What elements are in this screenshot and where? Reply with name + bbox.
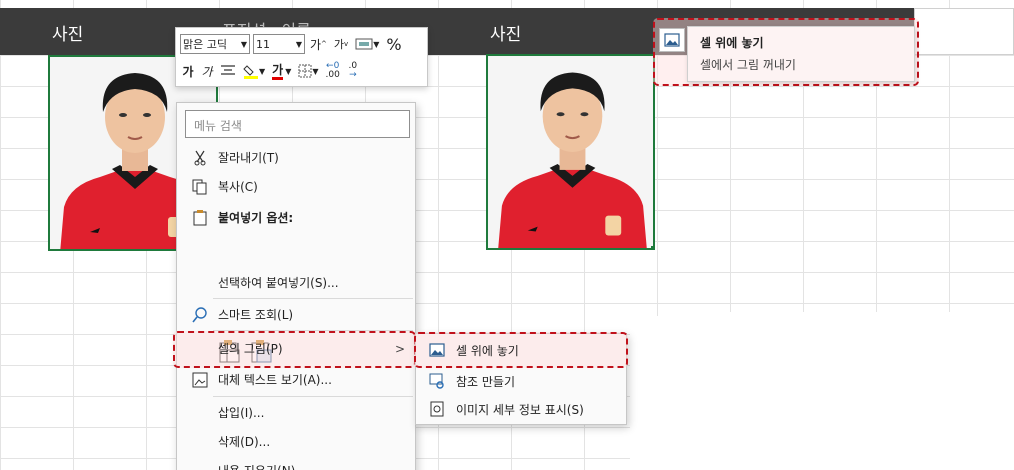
fill-bucket-icon bbox=[243, 65, 258, 79]
font-size-value: 11 bbox=[256, 37, 270, 51]
italic-button[interactable]: 가 bbox=[199, 60, 215, 82]
tooltip-description: 셀에서 그림 꺼내기 bbox=[700, 58, 796, 72]
chevron-down-icon: ▼ bbox=[295, 39, 302, 49]
menu-item-cut-label: 잘라내기(T) bbox=[218, 151, 279, 165]
chevron-down-icon: ▼ bbox=[312, 66, 319, 76]
increase-decimal-label: .00 bbox=[325, 70, 340, 80]
search-icon bbox=[191, 306, 209, 324]
copy-icon bbox=[191, 178, 209, 196]
place-over-cells-label: 셀 위에 놓기 bbox=[456, 343, 519, 358]
tooltip-card[interactable]: 셀 위에 놓기 셀에서 그림 꺼내기 bbox=[687, 26, 915, 82]
alt-text-label: 대체 텍스트 보기(A)... bbox=[218, 373, 332, 387]
submenu-item-place-over-cells[interactable]: 셀 위에 놓기 bbox=[416, 336, 626, 364]
chevron-down-icon: ▼ bbox=[373, 39, 380, 49]
link-picture-icon bbox=[428, 373, 446, 389]
chevron-right-icon: > bbox=[394, 341, 405, 356]
menu-item-insert[interactable]: 삽입(I)... bbox=[177, 397, 415, 428]
paste-special-label: 선택하여 붙여넣기(S)... bbox=[218, 276, 339, 290]
menu-item-alt-text[interactable]: 대체 텍스트 보기(A)... bbox=[177, 364, 415, 395]
borders-icon bbox=[298, 64, 312, 78]
grow-font-icon: 가 bbox=[310, 37, 322, 52]
scissors-icon bbox=[191, 149, 209, 167]
smart-lookup-label: 스마트 조회(L) bbox=[218, 308, 294, 322]
insert-label: 삽입(I)... bbox=[218, 406, 265, 420]
submenu-item-show-image-details[interactable]: 이미지 세부 정보 표시(S) bbox=[416, 395, 626, 423]
picture-icon bbox=[428, 342, 446, 358]
arrow-right-icon: → bbox=[349, 70, 357, 80]
picture-in-cell-submenu: 셀 위에 놓기 참조 만들기 이미지 세부 정보 표시(S) bbox=[414, 332, 628, 425]
font-name-value: 맑은 고딕 bbox=[183, 38, 227, 51]
picture-icon[interactable] bbox=[659, 28, 685, 52]
delete-label: 삭제(D)... bbox=[218, 435, 271, 449]
fill-color-button[interactable]: ▼ bbox=[241, 60, 267, 82]
currency-icon bbox=[355, 38, 373, 50]
picture-in-cell-label: 셀의 그림(P) bbox=[218, 342, 283, 356]
chevron-down-icon: ▼ bbox=[285, 66, 292, 76]
clipboard-icon bbox=[191, 209, 209, 227]
menu-item-paste-special[interactable]: 선택하여 붙여넣기(S)... bbox=[177, 267, 415, 298]
tooltip-title: 셀 위에 놓기 bbox=[700, 36, 764, 50]
borders-button[interactable]: ▼ bbox=[296, 60, 320, 82]
place-over-cells-popup: 셀 위에 놓기 셀에서 그림 꺼내기 bbox=[653, 18, 919, 86]
chevron-down-icon: ▼ bbox=[259, 66, 266, 76]
chevron-down-icon: ▼ bbox=[240, 39, 247, 49]
shrink-font-button[interactable]: 가v bbox=[332, 33, 350, 55]
clear-contents-label: 내용 지우기(N) bbox=[218, 462, 295, 470]
font-size-select[interactable]: 11 ▼ bbox=[253, 34, 305, 54]
paste-options-label: 붙여넣기 옵션: bbox=[218, 211, 294, 225]
align-center-button[interactable] bbox=[218, 60, 238, 82]
menu-item-clear-contents[interactable]: 내용 지우기(N) bbox=[177, 455, 415, 470]
increase-decimal-button[interactable]: ←0 .00 bbox=[324, 60, 342, 82]
blank-area-2 bbox=[630, 316, 730, 470]
player-photo-right[interactable] bbox=[486, 54, 655, 250]
menu-item-paste-options: 붙여넣기 옵션: bbox=[177, 202, 415, 233]
create-reference-label: 참조 만들기 bbox=[456, 374, 516, 389]
blank-area bbox=[720, 312, 1014, 470]
menu-item-copy-label: 복사(C) bbox=[218, 180, 258, 194]
bold-button[interactable]: 가 bbox=[180, 60, 196, 82]
align-center-icon bbox=[221, 65, 235, 75]
menu-item-picture-in-cell[interactable]: 셀의 그림(P) > bbox=[177, 333, 415, 364]
menu-item-copy[interactable]: 복사(C) bbox=[177, 171, 415, 202]
empty-cell[interactable] bbox=[914, 8, 1014, 55]
percent-style-button[interactable]: % bbox=[384, 33, 403, 55]
shrink-font-icon: 가 bbox=[333, 38, 345, 51]
context-menu: 메뉴 검색 잘라내기(T) 복사(C) 붙여넣기 옵션: 선택하여 붙여넣기(S… bbox=[173, 102, 416, 470]
decrease-decimal-button[interactable]: .0 → bbox=[345, 60, 361, 82]
resize-handle[interactable] bbox=[651, 246, 653, 248]
submenu-item-create-reference[interactable]: 참조 만들기 bbox=[416, 367, 626, 395]
player-portrait-image bbox=[488, 56, 653, 248]
menu-search-input[interactable]: 메뉴 검색 bbox=[185, 110, 410, 138]
menu-item-smart-lookup[interactable]: 스마트 조회(L) bbox=[177, 299, 415, 330]
alt-text-icon bbox=[191, 371, 209, 389]
menu-item-cut[interactable]: 잘라내기(T) bbox=[177, 142, 415, 173]
header-photo-left: 사진 bbox=[52, 25, 84, 45]
menu-item-delete[interactable]: 삭제(D)... bbox=[177, 426, 415, 457]
accounting-format-button[interactable]: ▼ bbox=[353, 33, 381, 55]
mini-toolbar: 맑은 고딕 ▼ 11 ▼ 가 ^ 가v ▼ % 가 가 ▼ 가 ▼ ▼ ←0 .… bbox=[175, 27, 428, 87]
image-details-icon bbox=[428, 401, 446, 417]
grow-font-button[interactable]: 가 ^ bbox=[308, 33, 329, 55]
font-color-icon: 가 bbox=[272, 63, 284, 80]
font-name-select[interactable]: 맑은 고딕 ▼ bbox=[180, 34, 250, 54]
show-image-details-label: 이미지 세부 정보 표시(S) bbox=[456, 402, 584, 417]
header-photo-right: 사진 bbox=[490, 25, 522, 45]
font-color-button[interactable]: 가 ▼ bbox=[270, 60, 293, 82]
